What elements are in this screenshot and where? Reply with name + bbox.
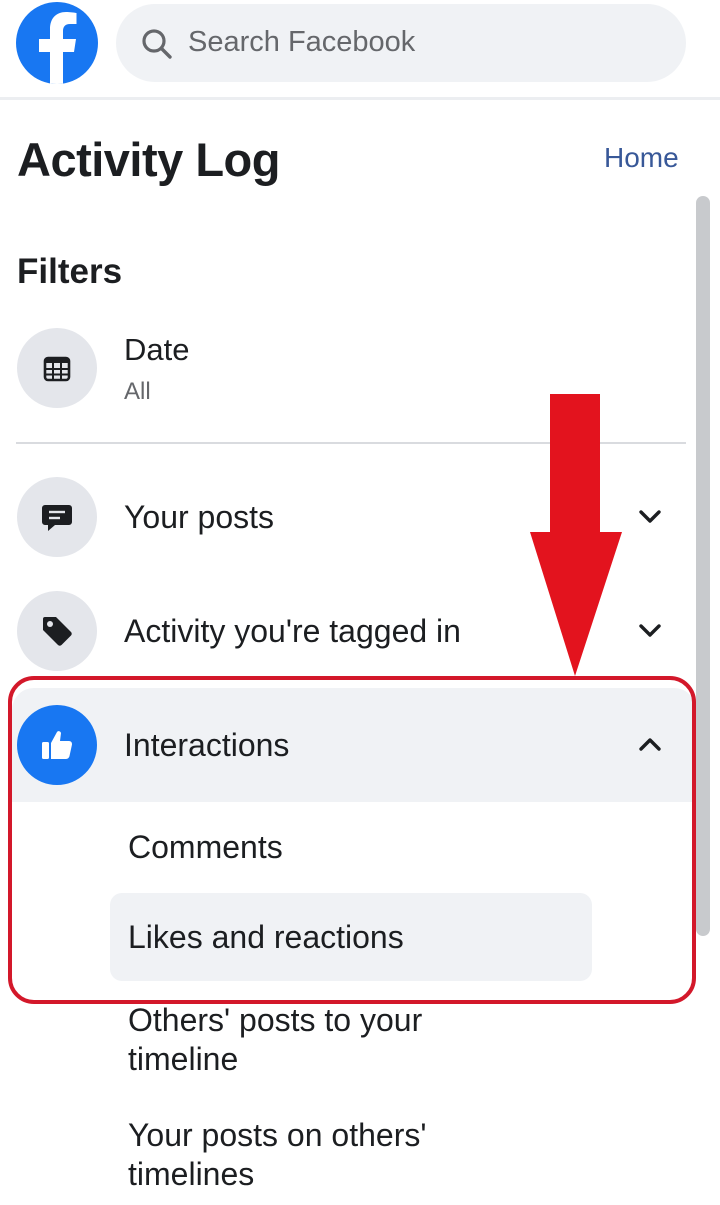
filters-heading: Filters (17, 252, 123, 291)
sub-item-line: Others' posts to your (128, 1002, 423, 1038)
top-bar: Search Facebook (0, 0, 720, 100)
chevron-down-icon[interactable] (635, 616, 665, 646)
home-link[interactable]: Home (604, 142, 679, 174)
interactions-row-background (12, 688, 696, 802)
search-icon (142, 29, 172, 59)
tag-icon (17, 591, 97, 671)
filter-item-label: Activity you're tagged in (124, 613, 461, 649)
page-title: Activity Log (17, 133, 280, 186)
calendar-icon (17, 328, 97, 408)
thumbs-up-icon (17, 705, 97, 785)
sub-item-comments[interactable]: Comments (128, 829, 283, 866)
facebook-logo-icon[interactable] (16, 2, 98, 84)
filter-item-label: Interactions (124, 727, 290, 763)
sub-item-likes-and-reactions[interactable]: Likes and reactions (128, 919, 404, 956)
sub-item-line: timeline (128, 1041, 239, 1077)
search-bar[interactable]: Search Facebook (116, 4, 686, 82)
sub-item-line: timelines (128, 1156, 255, 1192)
search-placeholder: Search Facebook (188, 26, 416, 58)
chevron-up-icon[interactable] (635, 730, 665, 760)
scrollbar[interactable] (696, 196, 710, 936)
comment-icon (17, 477, 97, 557)
scrollbar-thumb[interactable] (696, 196, 710, 936)
sub-item-line: Your posts on others' (128, 1117, 427, 1153)
red-arrow-down-icon (530, 394, 622, 676)
filter-item-label: Your posts (124, 499, 275, 535)
date-filter-value: All (124, 378, 151, 405)
date-filter-label: Date (124, 332, 190, 367)
chevron-down-icon[interactable] (635, 502, 665, 532)
